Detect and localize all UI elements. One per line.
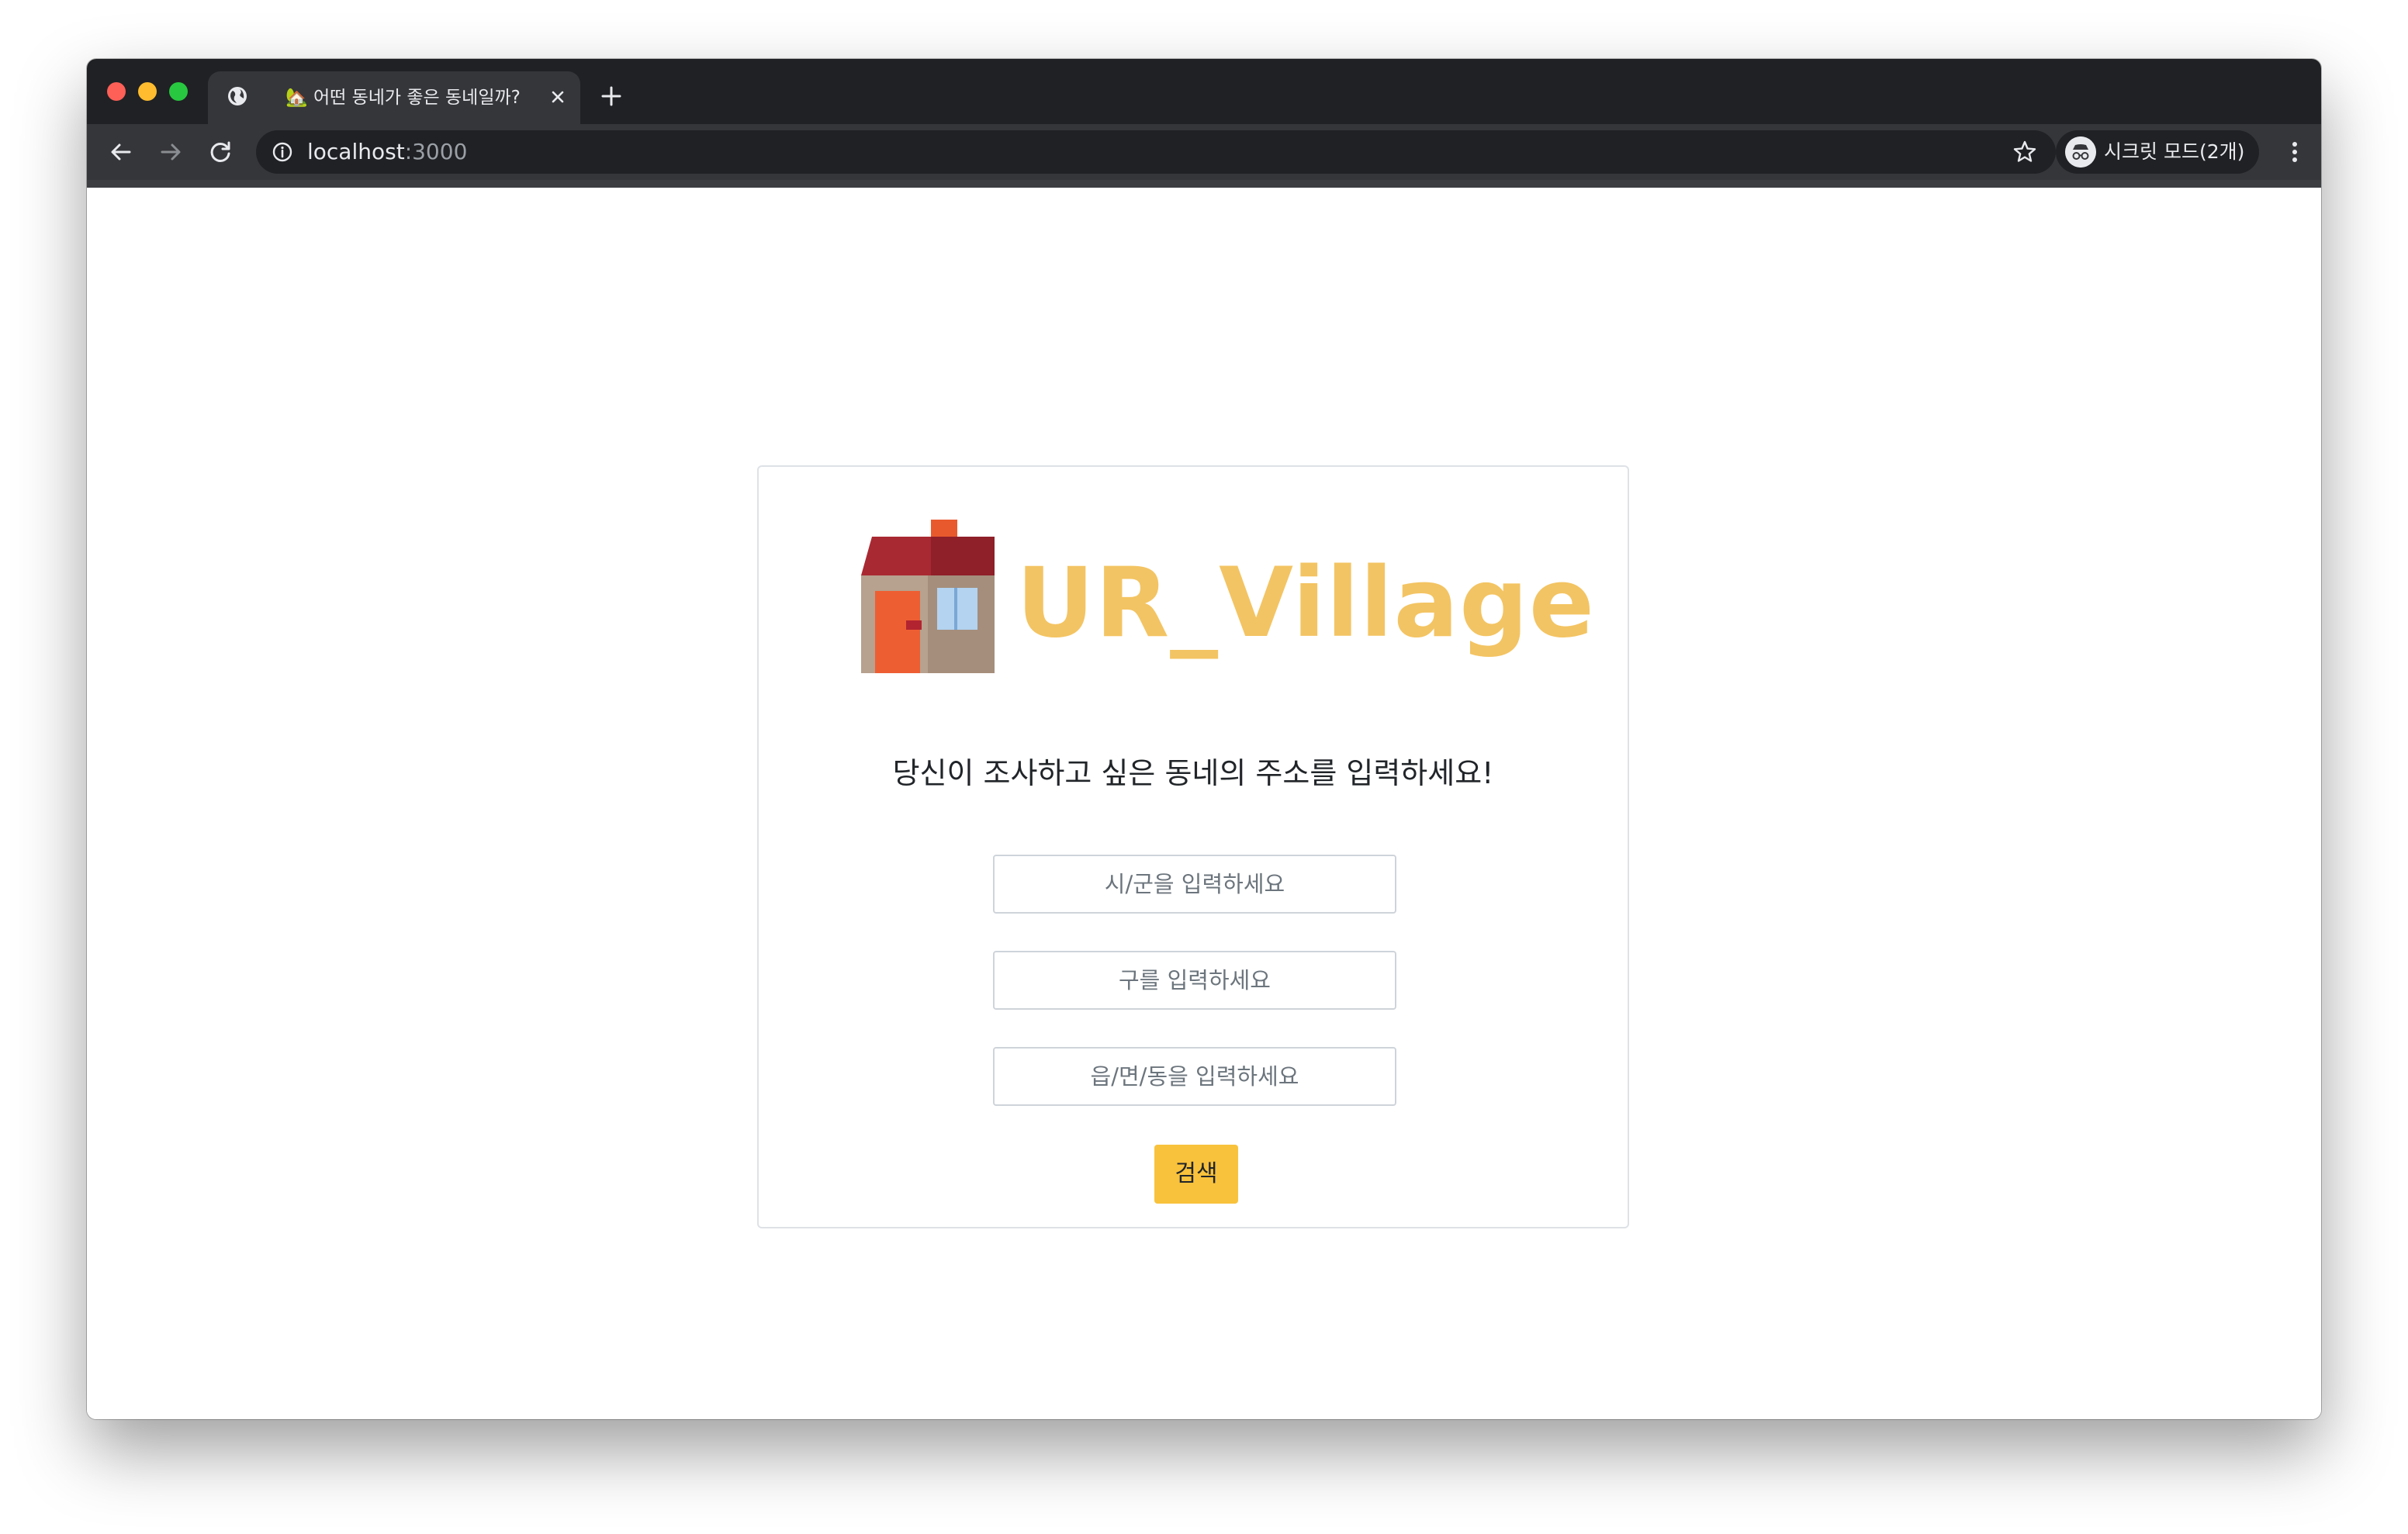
info-icon[interactable]	[272, 141, 293, 163]
browser-toolbar: localhost:3000 시크릿 모드(2개)	[87, 124, 2321, 180]
city-input[interactable]	[993, 855, 1396, 914]
tab-bar: 🏡 어떤 동네가 좋은 동네일까?	[87, 59, 2321, 124]
toolbar-divider	[87, 180, 2321, 188]
maximize-window-button[interactable]	[169, 82, 188, 101]
district-input[interactable]	[993, 951, 1396, 1010]
browser-tab[interactable]: 🏡 어떤 동네가 좋은 동네일까?	[208, 71, 580, 124]
house-logo-icon	[861, 520, 995, 673]
search-button[interactable]: 검색	[1154, 1145, 1238, 1204]
browser-window: 🏡 어떤 동네가 좋은 동네일까? localhost:3000 시크릿 모드(…	[87, 59, 2321, 1419]
search-card: UR_Village 당신이 조사하고 싶은 동네의 주소를 입력하세요! 검색	[757, 465, 1629, 1228]
reload-icon[interactable]	[205, 136, 236, 168]
address-bar[interactable]: localhost:3000	[256, 130, 2056, 174]
logo-text: UR_Village	[1016, 548, 1596, 659]
star-icon[interactable]	[2012, 140, 2037, 164]
kebab-menu-icon[interactable]	[2279, 136, 2310, 168]
url-port: :3000	[404, 139, 468, 164]
close-icon[interactable]	[545, 84, 571, 110]
town-input[interactable]	[993, 1047, 1396, 1106]
incognito-icon	[2065, 136, 2096, 168]
url-host: localhost	[307, 139, 405, 164]
globe-icon	[228, 87, 247, 105]
page-prompt: 당신이 조사하고 싶은 동네의 주소를 입력하세요!	[892, 756, 1494, 790]
tab-title: 🏡 어떤 동네가 좋은 동네일까?	[285, 88, 521, 108]
url-text[interactable]: localhost:3000	[307, 139, 467, 165]
profile-label: 시크릿 모드(2개)	[2104, 140, 2245, 163]
forward-arrow-icon[interactable]	[155, 136, 186, 168]
back-arrow-icon[interactable]	[106, 136, 137, 168]
close-window-button[interactable]	[107, 82, 126, 101]
page-content: UR_Village 당신이 조사하고 싶은 동네의 주소를 입력하세요! 검색	[87, 188, 2321, 1419]
incognito-profile-button[interactable]: 시크릿 모드(2개)	[2056, 130, 2259, 174]
minimize-window-button[interactable]	[138, 82, 157, 101]
plus-icon[interactable]	[596, 81, 627, 112]
